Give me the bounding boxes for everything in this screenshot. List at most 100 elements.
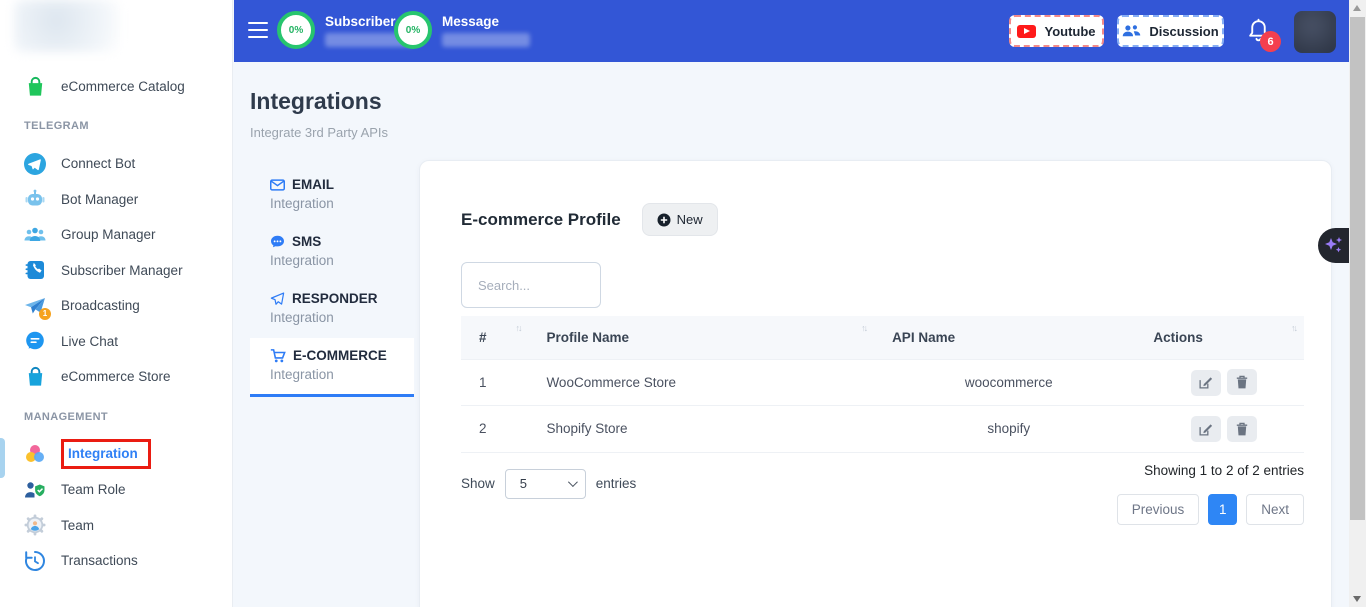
sidebar-item-bot-manager[interactable]: Bot Manager xyxy=(0,182,232,218)
sidebar-item-ecommerce-store[interactable]: eCommerce Store xyxy=(0,359,232,395)
message-stat: 0% Message xyxy=(394,11,530,49)
column-header-num[interactable]: # ↑↓ xyxy=(461,316,528,359)
table-row: 2 Shopify Store shopify xyxy=(461,406,1304,453)
sidebar-item-group-manager[interactable]: Group Manager xyxy=(0,217,232,253)
sidebar-item-label: Bot Manager xyxy=(61,192,138,207)
scrollbar-down-arrow[interactable] xyxy=(1353,596,1361,602)
column-label: API Name xyxy=(892,330,955,345)
sort-icon[interactable]: ↑↓ xyxy=(515,323,520,333)
column-header-profile-name[interactable]: Profile Name ↑↓ xyxy=(528,316,874,359)
page-1-button[interactable]: 1 xyxy=(1208,494,1237,525)
chat-bubble-icon xyxy=(22,328,48,354)
next-page-button[interactable]: Next xyxy=(1246,494,1304,525)
shopping-bag-blue-icon xyxy=(22,364,48,390)
discussion-people-icon xyxy=(1122,24,1141,38)
envelope-icon xyxy=(270,179,285,191)
robot-icon xyxy=(22,186,48,212)
previous-page-button[interactable]: Previous xyxy=(1117,494,1200,525)
actions-cell xyxy=(1135,406,1304,453)
message-value-blurred xyxy=(442,33,530,47)
entries-label: entries xyxy=(596,476,637,491)
profile-name-cell: WooCommerce Store xyxy=(528,359,874,406)
youtube-icon xyxy=(1017,25,1036,38)
new-button-label: New xyxy=(677,212,703,227)
card-title: E-commerce Profile xyxy=(461,210,621,230)
sidebar-item-subscriber-manager[interactable]: Subscriber Manager xyxy=(0,253,232,289)
youtube-button[interactable]: Youtube xyxy=(1009,15,1104,47)
actions-cell xyxy=(1135,359,1304,406)
ecommerce-profile-card: E-commerce Profile New # ↑↓ xyxy=(419,160,1332,607)
annotation-highlight-box: Integration xyxy=(61,439,151,469)
contact-book-icon xyxy=(22,257,48,283)
column-label: # xyxy=(479,330,487,345)
column-header-api-name[interactable]: API Name xyxy=(874,316,1135,359)
sidebar-item-label: Connect Bot xyxy=(61,156,135,171)
page-subtitle: Integrate 3rd Party APIs xyxy=(250,125,388,140)
sparkles-icon xyxy=(1323,234,1345,258)
notification-bell[interactable]: 6 xyxy=(1247,18,1281,52)
tab-email-integration[interactable]: EMAIL Integration xyxy=(250,167,414,223)
hamburger-menu-icon[interactable] xyxy=(248,22,268,38)
paper-plane-icon xyxy=(270,292,285,306)
row-number: 2 xyxy=(461,406,528,453)
tab-responder-integration[interactable]: RESPONDER Integration xyxy=(250,281,414,337)
telegram-icon xyxy=(22,151,48,177)
tab-label: EMAIL xyxy=(292,177,334,192)
shopping-bag-green-icon xyxy=(22,73,48,99)
tab-label: SMS xyxy=(292,234,321,249)
broadcast-badge: 1 xyxy=(39,308,51,320)
column-label: Actions xyxy=(1153,330,1203,345)
profile-name-cell: Shopify Store xyxy=(528,406,874,453)
sort-icon[interactable]: ↑↓ xyxy=(1291,323,1296,333)
sort-icon[interactable]: ↑↓ xyxy=(861,323,866,333)
delete-button[interactable] xyxy=(1227,416,1257,442)
column-header-actions[interactable]: Actions ↑↓ xyxy=(1135,316,1304,359)
sidebar-item-label: Live Chat xyxy=(61,334,118,349)
sidebar-item-transactions[interactable]: Transactions xyxy=(0,543,232,579)
topbar: 0% Subscriber 0% Message Youtube D xyxy=(234,0,1349,62)
edit-button[interactable] xyxy=(1191,370,1221,396)
integration-tabs: EMAIL Integration SMS Integration xyxy=(250,167,414,398)
tab-sublabel: Integration xyxy=(270,367,402,382)
scrollbar[interactable] xyxy=(1349,0,1366,607)
app-window: eCommerce Catalog TELEGRAM Connect Bot B… xyxy=(0,0,1366,607)
search-input[interactable] xyxy=(461,262,601,308)
broadcast-plane-icon: 1 xyxy=(22,293,48,319)
scrollbar-thumb[interactable] xyxy=(1350,17,1365,520)
ai-assistant-button[interactable] xyxy=(1318,228,1349,263)
sidebar-item-connect-bot[interactable]: Connect Bot xyxy=(0,146,232,182)
sidebar-item-label: Team Role xyxy=(61,482,126,497)
sidebar-item-label: Team xyxy=(61,518,94,533)
subscriber-percent: 0% xyxy=(289,25,303,36)
sidebar-item-integration[interactable]: Integration xyxy=(0,437,232,473)
group-people-icon xyxy=(22,222,48,248)
sidebar-item-label: Integration xyxy=(68,446,138,461)
tab-label: RESPONDER xyxy=(292,291,378,306)
table-header-row: # ↑↓ Profile Name ↑↓ API Name Actions xyxy=(461,316,1304,359)
sidebar-active-indicator xyxy=(0,438,5,478)
person-shield-icon xyxy=(22,477,48,503)
tab-ecommerce-integration[interactable]: E-COMMERCE Integration xyxy=(250,338,414,397)
sidebar-item-ecommerce-catalog[interactable]: eCommerce Catalog xyxy=(0,68,232,104)
message-label: Message xyxy=(442,14,530,29)
sidebar-item-team-role[interactable]: Team Role xyxy=(0,472,232,508)
new-button[interactable]: New xyxy=(642,203,718,236)
discussion-button[interactable]: Discussion xyxy=(1117,15,1224,47)
tab-sms-integration[interactable]: SMS Integration xyxy=(250,224,414,280)
sidebar: eCommerce Catalog TELEGRAM Connect Bot B… xyxy=(0,0,233,607)
sidebar-item-label: Subscriber Manager xyxy=(61,263,183,278)
sidebar-item-team[interactable]: Team xyxy=(0,508,232,544)
edit-button[interactable] xyxy=(1191,416,1221,442)
message-progress-ring: 0% xyxy=(394,11,432,49)
delete-button[interactable] xyxy=(1227,369,1257,395)
discussion-button-label: Discussion xyxy=(1149,24,1218,39)
sidebar-item-live-chat[interactable]: Live Chat xyxy=(0,324,232,360)
sidebar-section-management: MANAGEMENT xyxy=(24,411,232,423)
user-avatar[interactable] xyxy=(1294,11,1336,53)
page-size-select[interactable]: 5 xyxy=(505,469,586,499)
sidebar-item-broadcasting[interactable]: 1 Broadcasting xyxy=(0,288,232,324)
column-label: Profile Name xyxy=(546,330,629,345)
scrollbar-up-arrow[interactable] xyxy=(1353,5,1361,11)
sms-bubble-icon xyxy=(270,235,285,248)
sidebar-item-label: Group Manager xyxy=(61,227,156,242)
